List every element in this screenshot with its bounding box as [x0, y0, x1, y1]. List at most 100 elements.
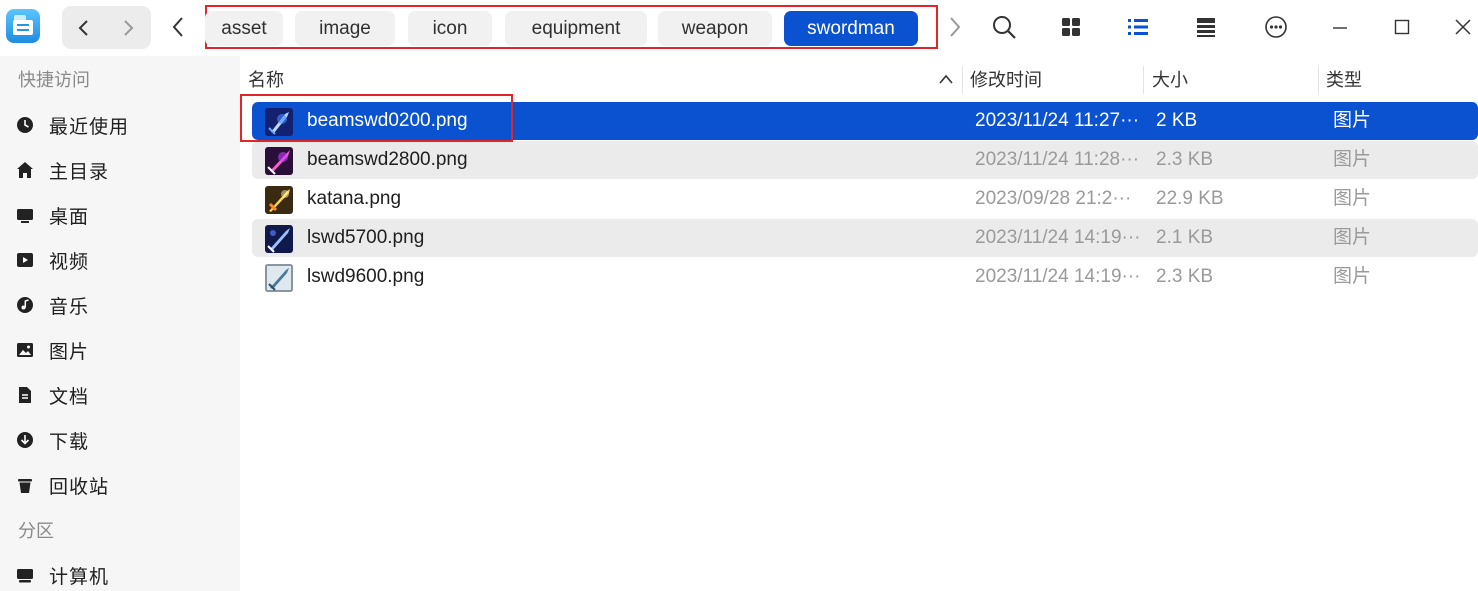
sidebar-item-computer[interactable]: 计算机 — [0, 555, 240, 591]
list-view-button[interactable] — [1119, 8, 1157, 46]
sidebar-heading-partitions: 分区 — [18, 521, 54, 541]
file-size: 2.1 KB — [1156, 227, 1214, 248]
title-bar: asset image icon equipment weapon swordm… — [0, 0, 1478, 56]
music-icon — [14, 294, 36, 316]
detail-view-button[interactable] — [1187, 8, 1225, 46]
file-modified: 2023/11/24 11:27··· — [975, 110, 1140, 131]
breadcrumb-scroll-right[interactable] — [943, 10, 967, 44]
file-name: beamswd0200.png — [307, 110, 468, 131]
png-thumbnail-icon — [265, 108, 293, 136]
sidebar-item-label: 视频 — [49, 251, 90, 273]
file-modified: 2023/09/28 21:2··· — [975, 188, 1132, 209]
forward-icon — [124, 19, 134, 36]
minimize-icon — [1333, 27, 1347, 29]
file-row[interactable]: beamswd2800.png 2023/11/24 11:28··· 2.3 … — [252, 141, 1478, 179]
chevron-left-icon — [172, 17, 183, 37]
file-type: 图片 — [1333, 188, 1372, 209]
picture-icon — [14, 339, 36, 361]
breadcrumb-swordman[interactable]: swordman — [784, 11, 918, 46]
file-modified: 2023/11/24 11:28··· — [975, 149, 1140, 170]
breadcrumb-equipment[interactable]: equipment — [505, 11, 647, 46]
forward-button[interactable] — [106, 6, 150, 49]
detail-view-icon — [1197, 18, 1215, 37]
more-menu-button[interactable] — [1257, 8, 1295, 46]
sidebar-item-label: 文档 — [49, 386, 90, 408]
sidebar-item-label: 主目录 — [49, 161, 110, 183]
close-button[interactable] — [1444, 8, 1478, 46]
file-name: lswd9600.png — [307, 266, 425, 287]
sidebar-item-label: 桌面 — [49, 206, 90, 228]
sidebar-item-videos[interactable]: 视频 — [0, 240, 240, 280]
column-divider[interactable] — [1143, 66, 1144, 94]
download-icon — [14, 429, 36, 451]
png-thumbnail-icon — [265, 147, 293, 175]
file-row[interactable]: lswd9600.png 2023/11/24 14:19··· 2.3 KB … — [252, 258, 1478, 296]
sidebar-item-label: 最近使用 — [49, 116, 130, 138]
desktop-icon — [14, 204, 36, 226]
trash-icon — [14, 474, 36, 496]
breadcrumb-asset[interactable]: asset — [205, 11, 283, 46]
file-row[interactable]: lswd5700.png 2023/11/24 14:19··· 2.1 KB … — [252, 219, 1478, 257]
file-size: 2.3 KB — [1156, 266, 1214, 287]
sidebar-item-trash[interactable]: 回收站 — [0, 465, 240, 505]
computer-icon — [14, 564, 36, 586]
file-size: 2 KB — [1156, 110, 1198, 131]
file-modified: 2023/11/24 14:19··· — [975, 266, 1141, 287]
sidebar-item-documents[interactable]: 文档 — [0, 375, 240, 415]
clock-icon — [14, 114, 36, 136]
sort-ascending-icon[interactable] — [939, 74, 953, 84]
maximize-icon — [1394, 19, 1410, 35]
column-header-name[interactable]: 名称 — [248, 66, 284, 92]
file-manager-app-icon — [6, 9, 40, 43]
file-name: beamswd2800.png — [307, 149, 468, 170]
sidebar-item-recent[interactable]: 最近使用 — [0, 105, 240, 145]
breadcrumb: asset image icon equipment weapon swordm… — [205, 5, 938, 49]
sidebar-item-home[interactable]: 主目录 — [0, 150, 240, 190]
file-type: 图片 — [1333, 266, 1372, 287]
breadcrumb-image[interactable]: image — [295, 11, 395, 46]
column-header-modified[interactable]: 修改时间 — [970, 66, 1042, 92]
sidebar-item-desktop[interactable]: 桌面 — [0, 195, 240, 235]
back-icon — [78, 19, 88, 36]
png-thumbnail-icon — [265, 264, 293, 292]
sidebar-item-pictures[interactable]: 图片 — [0, 330, 240, 370]
png-thumbnail-icon — [265, 186, 293, 214]
maximize-button[interactable] — [1383, 8, 1421, 46]
png-thumbnail-icon — [265, 225, 293, 253]
file-row[interactable]: beamswd0200.png 2023/11/24 11:27··· 2 KB… — [252, 102, 1478, 140]
minimize-button[interactable] — [1321, 8, 1359, 46]
sidebar-item-label: 音乐 — [49, 296, 90, 318]
file-type: 图片 — [1333, 149, 1372, 170]
home-icon — [14, 159, 36, 181]
list-view-icon — [1128, 19, 1148, 35]
file-size: 2.3 KB — [1156, 149, 1214, 170]
breadcrumb-weapon[interactable]: weapon — [658, 11, 772, 46]
sidebar-item-label: 计算机 — [49, 566, 110, 588]
sidebar-item-downloads[interactable]: 下载 — [0, 420, 240, 460]
chevron-right-icon — [950, 17, 961, 37]
back-button[interactable] — [62, 6, 106, 49]
sidebar: 快捷访问 最近使用 主目录 桌面 视频 音乐 图片 文档 下载 回收站 分区 计… — [0, 56, 240, 591]
search-icon — [993, 16, 1016, 39]
file-name: lswd5700.png — [307, 227, 425, 248]
grid-view-icon — [1062, 18, 1080, 36]
file-modified: 2023/11/24 14:19··· — [975, 227, 1141, 248]
breadcrumb-icon[interactable]: icon — [408, 11, 492, 46]
file-name: katana.png — [307, 188, 402, 209]
breadcrumb-scroll-left[interactable] — [166, 10, 190, 44]
file-type: 图片 — [1333, 110, 1372, 131]
file-size: 22.9 KB — [1156, 188, 1224, 209]
sidebar-item-label: 图片 — [49, 341, 90, 363]
sidebar-item-label: 下载 — [49, 431, 90, 453]
column-divider[interactable] — [1318, 66, 1319, 94]
file-type: 图片 — [1333, 227, 1372, 248]
column-header-size[interactable]: 大小 — [1152, 66, 1188, 92]
video-icon — [14, 249, 36, 271]
sidebar-item-music[interactable]: 音乐 — [0, 285, 240, 325]
file-row[interactable]: katana.png 2023/09/28 21:2··· 22.9 KB 图片 — [252, 180, 1478, 218]
column-header-type[interactable]: 类型 — [1326, 66, 1362, 92]
search-button[interactable] — [985, 8, 1023, 46]
column-divider[interactable] — [962, 66, 963, 94]
icon-view-button[interactable] — [1052, 8, 1090, 46]
more-icon — [1265, 16, 1287, 38]
